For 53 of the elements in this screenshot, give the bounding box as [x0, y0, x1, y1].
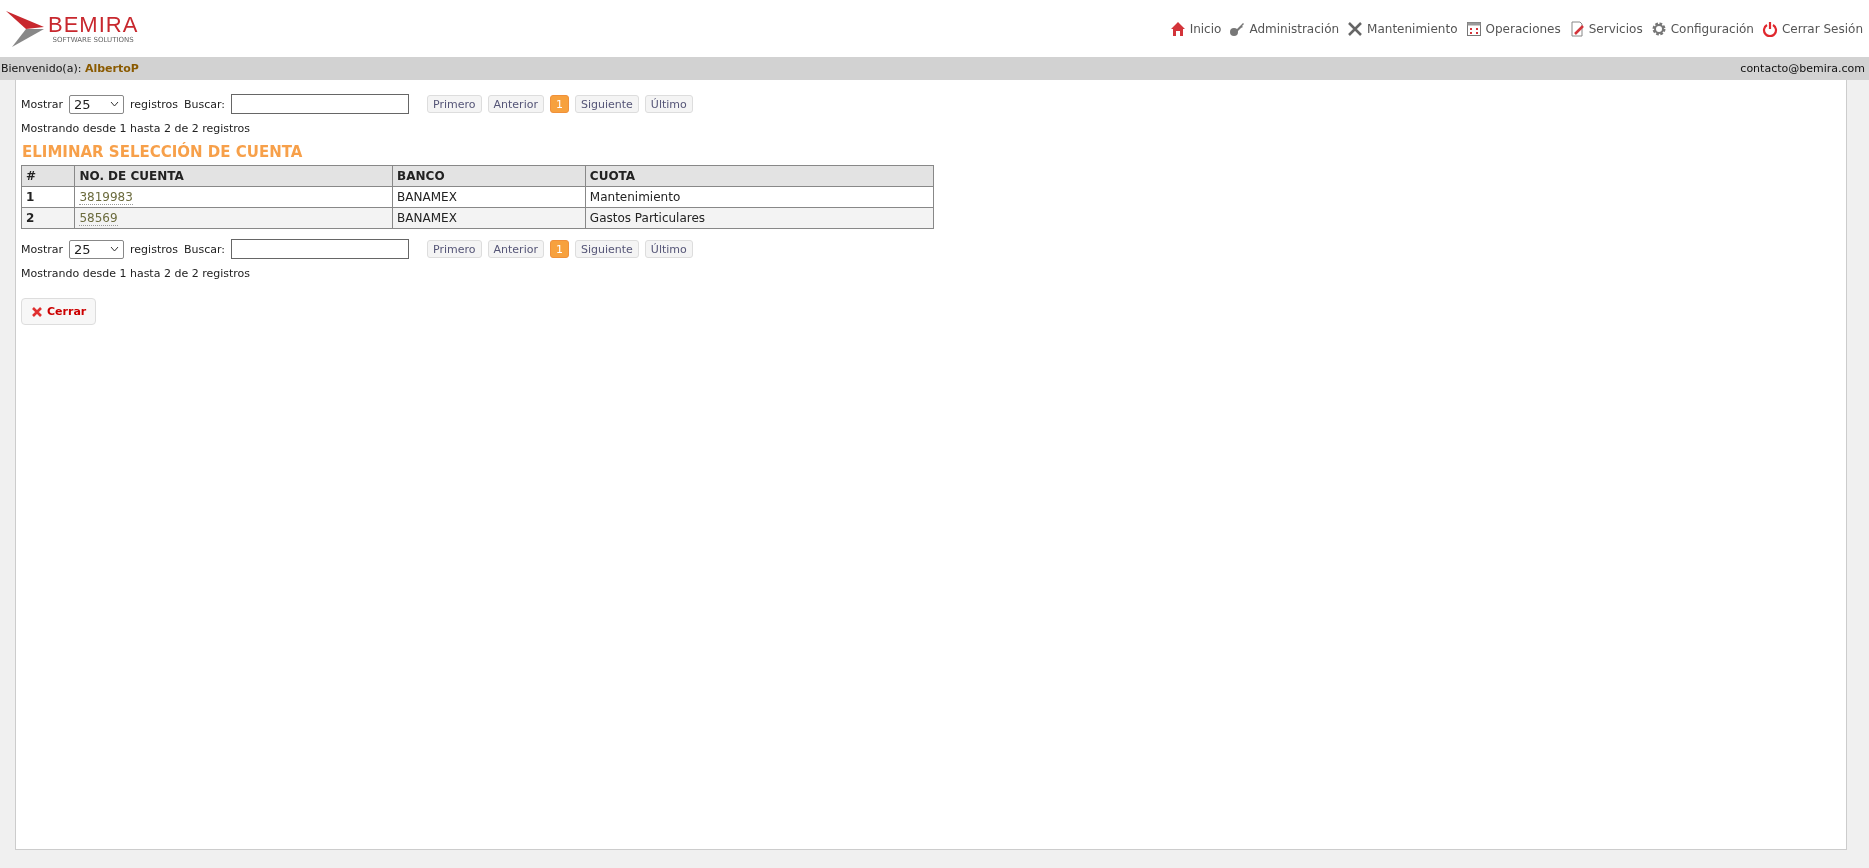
page-title: ELIMINAR SELECCIÓN DE CUENTA: [22, 143, 304, 161]
key-icon: [1229, 20, 1246, 37]
home-icon: [1169, 20, 1186, 37]
account-link[interactable]: 3819983: [79, 190, 133, 205]
table-cell: Mantenimiento: [585, 186, 934, 208]
table-cell: Gastos Particulares: [585, 207, 934, 229]
nav-link[interactable]: Inicio: [1169, 20, 1222, 37]
nav-link[interactable]: Configuración: [1650, 20, 1754, 37]
email-text: contacto@bemira.com: [1740, 62, 1865, 75]
nav-link[interactable]: Operaciones: [1465, 20, 1561, 37]
show-label: Mostrar: [21, 97, 64, 111]
pager-button[interactable]: Último: [644, 95, 693, 113]
column-header: CUOTA: [585, 165, 934, 187]
power-icon: [1761, 20, 1778, 37]
calculator-icon: [1465, 20, 1482, 37]
search-field[interactable]: [231, 239, 409, 259]
nav-link[interactable]: Cerrar Sesión: [1761, 20, 1863, 37]
caret-icon: [110, 246, 120, 252]
pager-button[interactable]: Anterior: [487, 95, 544, 113]
tools-icon: [1347, 20, 1364, 37]
welcome-text: Bienvenido(a): AlbertoP: [1, 62, 139, 75]
page-size-select[interactable]: 25: [69, 239, 125, 259]
pager-button[interactable]: Primero: [427, 240, 482, 258]
table-cell: 1: [21, 186, 75, 208]
column-header: NO. DE CUENTA: [74, 165, 393, 187]
records-info: Mostrando desde 1 hasta 2 de 2 registros: [21, 122, 252, 135]
pager-button[interactable]: Siguiente: [574, 95, 639, 113]
close-button[interactable]: Cerrar: [21, 298, 97, 325]
pager-button[interactable]: Último: [644, 240, 693, 258]
page-size-select[interactable]: 25: [69, 94, 125, 114]
pager-button[interactable]: Siguiente: [574, 240, 639, 258]
show-label: Mostrar: [21, 242, 64, 256]
records-label: registros: [130, 242, 178, 256]
nav-link[interactable]: Servicios: [1568, 20, 1643, 37]
document-icon: [1568, 20, 1585, 37]
pager-button[interactable]: Anterior: [487, 240, 544, 258]
table-cell: 2: [21, 207, 75, 229]
logo-name: BEMIRA: [48, 13, 139, 36]
account-link[interactable]: 58569: [79, 211, 118, 226]
nav-link[interactable]: Mantenimiento: [1347, 20, 1458, 37]
records-info: Mostrando desde 1 hasta 2 de 2 registros: [21, 267, 252, 280]
search-label: Buscar:: [183, 242, 225, 256]
column-header: #: [21, 165, 75, 187]
column-header: BANCO: [392, 165, 586, 187]
pager-button[interactable]: Primero: [427, 95, 482, 113]
records-label: registros: [130, 97, 178, 111]
caret-icon: [110, 101, 120, 107]
nav-link[interactable]: Administración: [1229, 20, 1340, 37]
close-icon: [31, 305, 43, 318]
search-label: Buscar:: [183, 97, 225, 111]
settings-icon: [1650, 20, 1667, 37]
search-field[interactable]: [231, 94, 409, 114]
table-cell: BANAMEX: [392, 186, 586, 208]
